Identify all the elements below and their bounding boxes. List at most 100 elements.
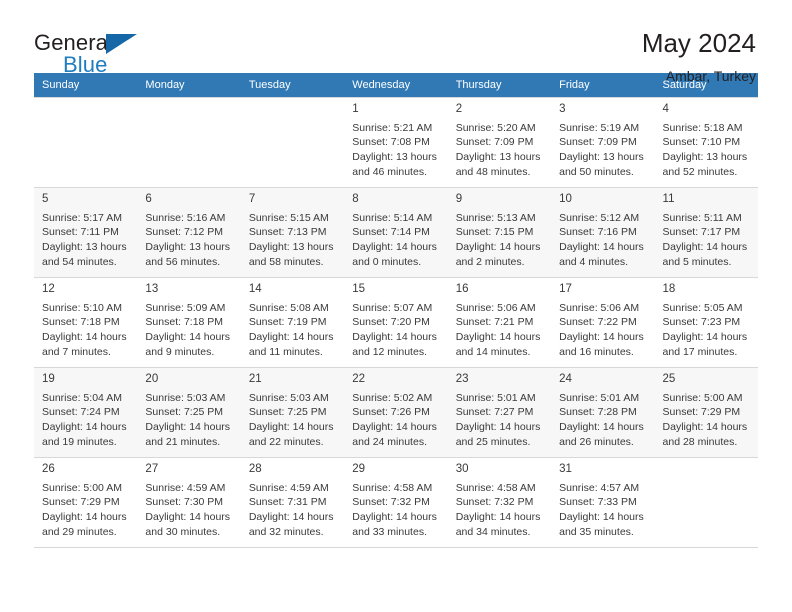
day-sunrise-text: Sunrise: 5:04 AM (42, 391, 122, 404)
day-daylight1-text: Daylight: 14 hours (42, 331, 127, 344)
day-sunrise-text: Sunrise: 5:01 AM (455, 391, 536, 404)
day-daylight1-text: Daylight: 13 hours (248, 241, 334, 254)
day-number: 3 (559, 103, 566, 115)
day-sunrise-text: Sunrise: 4:59 AM (248, 481, 329, 494)
calendar-day-cell[interactable]: 13 Sunrise: 5:09 AM Sunset: 7:18 PM Dayligh… (137, 277, 241, 368)
day-daylight1-text: Daylight: 14 hours (455, 331, 541, 344)
day-daylight1-text: Daylight: 13 hours (42, 241, 127, 254)
day-number: 22 (352, 373, 366, 385)
calendar-day-cell[interactable]: 11 Sunrise: 5:11 AM Sunset: 7:17 PM Dayligh… (654, 187, 758, 278)
day-cell-content: 16 Sunrise: 5:06 AM Sunset: 7:21 PM Dayligh… (448, 278, 551, 360)
day-daylight1-text: Daylight: 14 hours (248, 421, 334, 434)
calendar-day-cell[interactable]: 28 Sunrise: 4:59 AM Sunset: 7:31 PM Dayligh… (240, 457, 345, 548)
calendar-week-row: 12 Sunrise: 5:10 AM Sunset: 7:18 PM Dayligh… (34, 277, 758, 368)
day-sunset-text: Sunset: 7:17 PM (662, 226, 741, 239)
day-sunrise-text: Sunrise: 5:06 AM (559, 301, 640, 314)
calendar-day-cell[interactable]: 15 Sunrise: 5:07 AM Sunset: 7:20 PM Dayligh… (344, 277, 448, 368)
day-daylight2-text: and 24 minutes. (352, 436, 427, 449)
calendar-day-cell[interactable]: 20 Sunrise: 5:03 AM Sunset: 7:25 PM Dayligh… (137, 367, 241, 458)
calendar-day-cell[interactable]: 1 Sunrise: 5:21 AM Sunset: 7:08 PM Daylight… (344, 97, 448, 188)
calendar-day-cell[interactable]: 18 Sunrise: 5:05 AM Sunset: 7:23 PM Dayligh… (654, 277, 758, 368)
day-sunset-text: Sunset: 7:16 PM (559, 226, 637, 239)
day-cell-content: 1 Sunrise: 5:21 AM Sunset: 7:08 PM Daylight… (344, 98, 447, 180)
day-number: 6 (145, 193, 152, 205)
day-sunset-text: Sunset: 7:22 PM (559, 316, 637, 329)
calendar-day-cell[interactable]: 30 Sunrise: 4:58 AM Sunset: 7:32 PM Dayligh… (447, 457, 552, 548)
day-cell-content: 15 Sunrise: 5:07 AM Sunset: 7:20 PM Dayligh… (344, 278, 447, 360)
day-cell-content: 5 Sunrise: 5:17 AM Sunset: 7:11 PM Daylight… (34, 188, 137, 270)
day-sunset-text: Sunset: 7:33 PM (559, 496, 637, 509)
day-cell-content: 25 Sunrise: 5:00 AM Sunset: 7:29 PM Dayligh… (655, 368, 758, 450)
weekday-header-tuesday: Tuesday (240, 73, 345, 98)
day-sunrise-text: Sunrise: 5:00 AM (662, 391, 743, 404)
day-cell-content: 26 Sunrise: 5:00 AM Sunset: 7:29 PM Dayligh… (34, 458, 137, 540)
calendar-day-cell[interactable]: 4 Sunrise: 5:18 AM Sunset: 7:10 PM Daylight… (654, 97, 758, 188)
day-daylight1-text: Daylight: 14 hours (559, 421, 644, 434)
day-sunrise-text: Sunrise: 5:11 AM (662, 211, 742, 224)
calendar-day-cell[interactable]: 26 Sunrise: 5:00 AM Sunset: 7:29 PM Dayligh… (34, 457, 138, 548)
calendar-day-cell[interactable]: 24 Sunrise: 5:01 AM Sunset: 7:28 PM Dayligh… (551, 367, 655, 458)
day-number: 11 (662, 193, 675, 205)
calendar-day-cell[interactable]: 29 Sunrise: 4:58 AM Sunset: 7:32 PM Dayligh… (344, 457, 448, 548)
calendar-day-cell[interactable]: 31 Sunrise: 4:57 AM Sunset: 7:33 PM Dayligh… (551, 457, 655, 548)
day-daylight2-text: and 12 minutes. (352, 346, 427, 359)
calendar-day-cell[interactable]: 5 Sunrise: 5:17 AM Sunset: 7:11 PM Daylight… (34, 187, 138, 278)
day-cell-content: 23 Sunrise: 5:01 AM Sunset: 7:27 PM Dayligh… (448, 368, 551, 450)
calendar-day-cell[interactable]: 3 Sunrise: 5:19 AM Sunset: 7:09 PM Daylight… (551, 97, 655, 188)
calendar-day-cell[interactable]: 12 Sunrise: 5:10 AM Sunset: 7:18 PM Dayligh… (34, 277, 138, 368)
calendar-day-cell-empty (240, 97, 345, 188)
day-sunset-text: Sunset: 7:29 PM (662, 406, 741, 419)
day-daylight2-text: and 29 minutes. (42, 526, 117, 539)
calendar-day-cell[interactable]: 21 Sunrise: 5:03 AM Sunset: 7:25 PM Dayligh… (240, 367, 345, 458)
calendar-day-cell[interactable]: 8 Sunrise: 5:14 AM Sunset: 7:14 PM Daylight… (344, 187, 448, 278)
day-daylight1-text: Daylight: 14 hours (559, 511, 644, 524)
calendar-day-cell[interactable]: 25 Sunrise: 5:00 AM Sunset: 7:29 PM Dayligh… (654, 367, 758, 458)
calendar-week-row: 19 Sunrise: 5:04 AM Sunset: 7:24 PM Dayligh… (34, 367, 758, 458)
day-sunrise-text: Sunrise: 5:02 AM (352, 391, 433, 404)
day-sunset-text: Sunset: 7:11 PM (42, 226, 119, 239)
day-sunset-text: Sunset: 7:24 PM (42, 406, 120, 419)
day-number: 1 (352, 103, 359, 115)
brand-name-blue: Blue (63, 52, 108, 77)
weekday-header-wednesday: Wednesday (344, 73, 448, 98)
day-sunset-text: Sunset: 7:09 PM (455, 136, 534, 149)
day-daylight2-text: and 35 minutes. (559, 526, 634, 539)
day-cell-content: 28 Sunrise: 4:59 AM Sunset: 7:31 PM Dayligh… (241, 458, 344, 540)
day-cell-content: 12 Sunrise: 5:10 AM Sunset: 7:18 PM Dayligh… (34, 278, 137, 360)
day-sunset-text: Sunset: 7:13 PM (248, 226, 327, 239)
calendar-day-cell[interactable]: 16 Sunrise: 5:06 AM Sunset: 7:21 PM Dayligh… (447, 277, 552, 368)
calendar-day-cell[interactable]: 2 Sunrise: 5:20 AM Sunset: 7:09 PM Daylight… (447, 97, 552, 188)
calendar-day-cell[interactable]: 17 Sunrise: 5:06 AM Sunset: 7:22 PM Dayligh… (551, 277, 655, 368)
calendar-day-cell[interactable]: 27 Sunrise: 4:59 AM Sunset: 7:30 PM Dayligh… (137, 457, 241, 548)
calendar-day-cell[interactable]: 10 Sunrise: 5:12 AM Sunset: 7:16 PM Dayligh… (551, 187, 655, 278)
day-daylight1-text: Daylight: 13 hours (352, 151, 437, 164)
day-sunset-text: Sunset: 7:20 PM (352, 316, 430, 329)
calendar-day-cell[interactable]: 23 Sunrise: 5:01 AM Sunset: 7:27 PM Dayligh… (447, 367, 552, 458)
day-sunset-text: Sunset: 7:26 PM (352, 406, 430, 419)
day-daylight1-text: Daylight: 14 hours (455, 241, 541, 254)
day-daylight2-text: and 4 minutes. (559, 256, 628, 269)
day-daylight1-text: Daylight: 14 hours (559, 241, 644, 254)
calendar-day-cell[interactable]: 19 Sunrise: 5:04 AM Sunset: 7:24 PM Dayligh… (34, 367, 138, 458)
brand-logo[interactable]: General Blue (34, 30, 154, 86)
calendar-body: 1 Sunrise: 5:21 AM Sunset: 7:08 PM Daylight… (34, 97, 758, 548)
day-number: 10 (559, 193, 572, 205)
day-daylight1-text: Daylight: 14 hours (662, 241, 748, 254)
calendar-day-cell[interactable]: 9 Sunrise: 5:13 AM Sunset: 7:15 PM Daylight… (447, 187, 552, 278)
day-cell-content: 14 Sunrise: 5:08 AM Sunset: 7:19 PM Dayligh… (241, 278, 344, 360)
day-daylight2-text: and 30 minutes. (145, 526, 221, 539)
day-daylight2-text: and 16 minutes. (559, 346, 634, 359)
calendar-day-cell[interactable]: 6 Sunrise: 5:16 AM Sunset: 7:12 PM Daylight… (137, 187, 241, 278)
day-number: 12 (42, 283, 55, 295)
day-sunrise-text: Sunrise: 5:20 AM (455, 121, 536, 134)
calendar-day-cell[interactable]: 14 Sunrise: 5:08 AM Sunset: 7:19 PM Dayligh… (240, 277, 345, 368)
calendar-day-cell[interactable]: 22 Sunrise: 5:02 AM Sunset: 7:26 PM Dayligh… (344, 367, 448, 458)
day-sunset-text: Sunset: 7:10 PM (662, 136, 741, 149)
day-number: 29 (352, 463, 366, 475)
calendar-day-cell[interactable]: 7 Sunrise: 5:15 AM Sunset: 7:13 PM Daylight… (240, 187, 345, 278)
day-daylight2-text: and 46 minutes. (352, 166, 427, 179)
day-sunrise-text: Sunrise: 5:08 AM (248, 301, 329, 314)
day-number: 15 (352, 283, 366, 295)
day-cell-content: 19 Sunrise: 5:04 AM Sunset: 7:24 PM Dayligh… (34, 368, 137, 450)
day-daylight2-text: and 34 minutes. (455, 526, 531, 539)
